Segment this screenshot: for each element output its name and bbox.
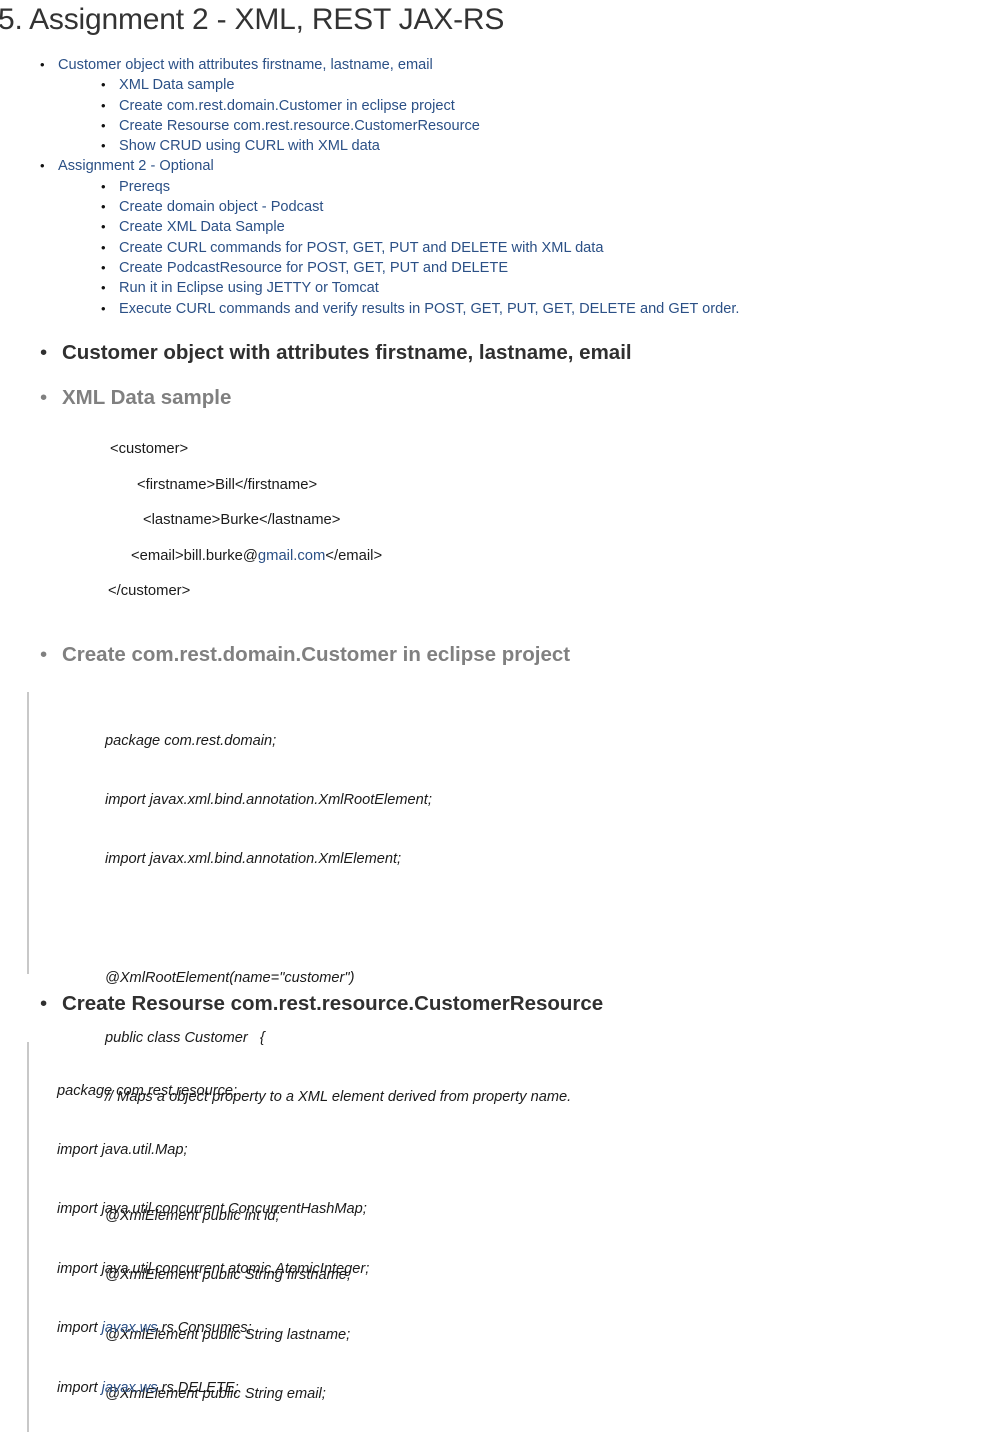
toc-link[interactable]: Create XML Data Sample [119, 219, 285, 235]
code-text: package com.rest.resource; import java.u… [57, 1042, 885, 1432]
code-block-customer-resource: package com.rest.resource; import java.u… [0, 1042, 1006, 1432]
table-of-contents: • Customer object with attributes firstna… [0, 55, 1006, 319]
xml-line-email: <email>bill.burke@gmail.com</email> [0, 539, 1006, 575]
heading-text: XML Data sample [62, 386, 232, 409]
toc-link[interactable]: XML Data sample [119, 77, 234, 93]
bullet-icon: • [101, 178, 106, 194]
bullet-icon: • [40, 386, 48, 409]
bullet-icon: • [101, 199, 106, 215]
code-block-customer: package com.rest.domain; import javax.xm… [0, 692, 1006, 1402]
toc-item[interactable]: • Create PodcastResource for POST, GET, P… [0, 258, 1006, 278]
toc-link[interactable]: Prereqs [119, 179, 170, 195]
toc-link[interactable]: Run it in Eclipse using JETTY or Tomcat [119, 280, 379, 296]
code-suffix: .rs.Consumes; [157, 1320, 252, 1337]
xml-sample-block: <customer> <firstname>Bill</firstname> <… [0, 432, 1006, 610]
heading-text: Create com.rest.domain.Customer in eclip… [62, 643, 571, 666]
toc-link[interactable]: Execute CURL commands and verify results… [119, 301, 739, 317]
toc-link[interactable]: Create Resourse com.rest.resource.Custom… [119, 118, 480, 134]
code-line: import java.util.Map; [57, 1141, 188, 1158]
page-title: 5. Assignment 2 - XML, REST JAX-RS [0, 3, 505, 36]
xml-email-suffix: </email> [325, 547, 383, 564]
bullet-icon: • [40, 57, 45, 72]
toc-item[interactable]: • Execute CURL commands and verify result… [0, 299, 1006, 319]
toc-item[interactable]: • Create com.rest.domain.Customer in ecli… [0, 96, 1006, 116]
toc-item[interactable]: • Run it in Eclipse using JETTY or Tomcat [0, 278, 1006, 298]
toc-link[interactable]: Show CRUD using CURL with XML data [119, 138, 380, 154]
code-line-import: import javax.ws.rs.Consumes; [57, 1319, 885, 1339]
code-line-import: import javax.ws.rs.DELETE; [57, 1379, 885, 1399]
toc-link[interactable]: Create com.rest.domain.Customer in eclip… [119, 98, 455, 114]
heading-create-resourse: • Create Resourse com.rest.resource.Custo… [40, 992, 604, 1016]
bullet-icon: • [40, 158, 45, 174]
document-page: 5. Assignment 2 - XML, REST JAX-RS • Cust… [0, 0, 1006, 1432]
toc-item[interactable]: • Create Resourse com.rest.resource.Custo… [0, 116, 1006, 136]
bullet-icon: • [101, 219, 106, 235]
toc-item[interactable]: • Create XML Data Sample [0, 217, 1006, 237]
blockquote-bar [27, 1042, 29, 1432]
bullet-icon: • [40, 341, 48, 364]
code-line: import javax.xml.bind.annotation.XmlElem… [105, 851, 402, 868]
toc-item[interactable]: • Assignment 2 - Optional [0, 156, 1006, 176]
code-prefix: import [57, 1379, 102, 1396]
toc-item[interactable]: • Prereqs [0, 177, 1006, 197]
toc-link[interactable]: Create PodcastResource for POST, GET, PU… [119, 260, 508, 276]
heading-text: Create Resourse com.rest.resource.Custom… [62, 992, 604, 1015]
bullet-icon: • [40, 992, 48, 1015]
code-line: package com.rest.resource; [57, 1082, 238, 1099]
javax-ws-link[interactable]: javax.ws [102, 1320, 158, 1336]
toc-link[interactable]: Create domain object - Podcast [119, 199, 323, 215]
toc-list: • Customer object with attributes firstna… [0, 55, 1006, 319]
heading-xml-data-sample: • XML Data sample [40, 386, 232, 410]
toc-item[interactable]: • XML Data sample [0, 75, 1006, 95]
bullet-icon: • [101, 97, 106, 113]
toc-link[interactable]: Create CURL commands for POST, GET, PUT … [119, 240, 603, 256]
bullet-icon: • [101, 239, 106, 255]
xml-line: <firstname>Bill</firstname> [137, 476, 318, 493]
toc-item[interactable]: • Create domain object - Podcast [0, 197, 1006, 217]
xml-email-prefix: <email>bill.burke@ [131, 547, 258, 564]
xml-line: </customer> [108, 583, 191, 599]
toc-item[interactable]: • Show CRUD using CURL with XML data [0, 136, 1006, 156]
code-line: import java.util.concurrent.ConcurrentHa… [57, 1201, 367, 1218]
bullet-icon: • [101, 259, 106, 275]
xml-line: <lastname>Burke</lastname> [143, 512, 341, 528]
heading-create-domain-customer: • Create com.rest.domain.Customer in ecli… [40, 643, 571, 667]
heading-customer-object: • Customer object with attributes firstna… [40, 341, 632, 365]
heading-text: Customer object with attributes firstnam… [62, 341, 632, 364]
code-line: package com.rest.domain; [105, 732, 277, 749]
bullet-icon: • [40, 643, 48, 666]
bullet-icon: • [101, 117, 106, 133]
code-line: import javax.xml.bind.annotation.XmlRoot… [105, 791, 432, 808]
xml-line: <customer> [110, 441, 189, 457]
toc-link[interactable]: Assignment 2 - Optional [58, 158, 214, 174]
bullet-icon: • [101, 138, 106, 154]
code-line: @XmlRootElement(name="customer") [105, 970, 355, 987]
bullet-icon: • [101, 300, 106, 316]
toc-link[interactable]: Customer object with attributes firstnam… [58, 57, 433, 73]
toc-item[interactable]: • Create CURL commands for POST, GET, PUT… [0, 238, 1006, 258]
blockquote-bar [27, 692, 29, 974]
bullet-icon: • [101, 77, 106, 93]
javax-ws-link[interactable]: javax.ws [102, 1380, 158, 1396]
bullet-icon: • [101, 280, 106, 296]
gmail-link[interactable]: gmail.com [258, 548, 325, 564]
toc-item[interactable]: • Customer object with attributes firstna… [0, 55, 1006, 75]
code-line: import java.util.concurrent.atomic.Atomi… [57, 1260, 370, 1277]
code-suffix: .rs.DELETE; [157, 1379, 239, 1396]
code-prefix: import [57, 1320, 102, 1337]
